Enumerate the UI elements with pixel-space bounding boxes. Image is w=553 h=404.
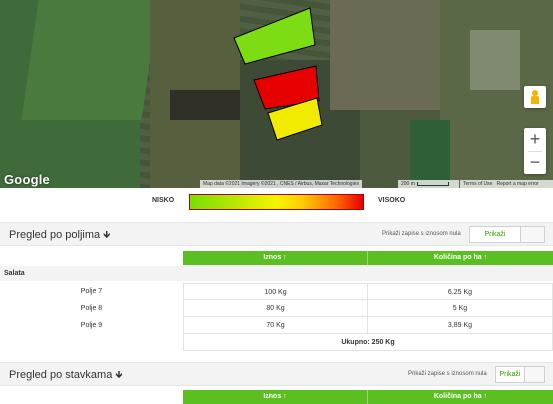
group-label: Salata — [4, 270, 25, 277]
section-header-items: Pregled po stavkama 🡻 Prikaži zapise s iz… — [0, 362, 553, 386]
row-amount: 70 Kg — [183, 317, 368, 334]
pegman-button[interactable] — [524, 86, 546, 108]
map-attribution: Map data ©2021 Imagery ©2021 , CNES / Ai… — [200, 180, 362, 188]
arrow-down-icon[interactable]: 🡻 — [103, 230, 110, 241]
column-header-per-ha[interactable]: Količina po ha ↑ — [368, 251, 553, 265]
column-header-amount[interactable]: Iznos ↑ — [183, 390, 368, 404]
show-zero-button[interactable]: Prikaži — [495, 366, 525, 383]
map-scale: 200 m — [398, 180, 459, 188]
terms-link[interactable]: Terms of Use — [463, 181, 492, 187]
show-zero-toggle[interactable] — [525, 366, 545, 383]
field-polygons — [233, 7, 323, 141]
row-amount: 100 Kg — [183, 283, 368, 300]
row-name: Polje 9 — [80, 322, 103, 329]
row-name: Polje 8 — [80, 305, 103, 312]
pegman-body — [531, 96, 539, 104]
zoom-divider — [528, 151, 542, 152]
google-logo: Google — [4, 172, 50, 187]
row-per-ha: 6,25 Kg — [368, 283, 553, 300]
report-link[interactable]: Report a map error — [496, 181, 538, 187]
row-per-ha: 3,89 Kg — [368, 317, 553, 334]
legend-low-label: NISKO — [152, 197, 175, 204]
map-view[interactable]: Google Map data ©2021 Imagery ©2021 , CN… — [0, 0, 553, 188]
zero-records-label: Prikaži zapise s iznosom nula — [382, 231, 461, 237]
zoom-control: + − — [524, 128, 546, 174]
map-terms: Terms of Use Report a map error — [460, 180, 553, 188]
total-row: Ukupno: 250 Kg — [183, 334, 553, 351]
column-header-per-ha[interactable]: Količina po ha ↑ — [368, 390, 553, 404]
legend-high-label: VISOKO — [378, 197, 406, 204]
row-per-ha: 5 Kg — [368, 300, 553, 317]
zoom-out-button[interactable]: − — [524, 151, 546, 174]
legend-gradient-bar — [189, 194, 364, 210]
zero-records-label: Prikaži zapise s iznosom nula — [408, 371, 487, 377]
section-title-text: Pregled po stavkama — [9, 369, 113, 381]
show-zero-button[interactable]: Prikaži — [469, 226, 521, 243]
section-title-text: Pregled po poljima — [9, 229, 101, 241]
row-amount: 80 Kg — [183, 300, 368, 317]
section-title: Pregled po poljima 🡻 — [9, 228, 110, 245]
arrow-down-icon[interactable]: 🡻 — [115, 370, 122, 381]
section-title: Pregled po stavkama 🡻 — [9, 368, 123, 385]
row-name: Polje 7 — [80, 288, 103, 295]
field-polygon-green — [233, 7, 316, 65]
scale-bar-icon — [416, 181, 449, 186]
zoom-in-button[interactable]: + — [524, 128, 546, 151]
show-zero-toggle[interactable] — [521, 226, 545, 243]
map-scale-label: 200 m — [401, 181, 415, 187]
group-row: Salata — [0, 266, 553, 281]
section-header-fields: Pregled po poljima 🡻 Prikaži zapise s izn… — [0, 222, 553, 246]
column-header-amount[interactable]: Iznos ↑ — [183, 251, 368, 265]
